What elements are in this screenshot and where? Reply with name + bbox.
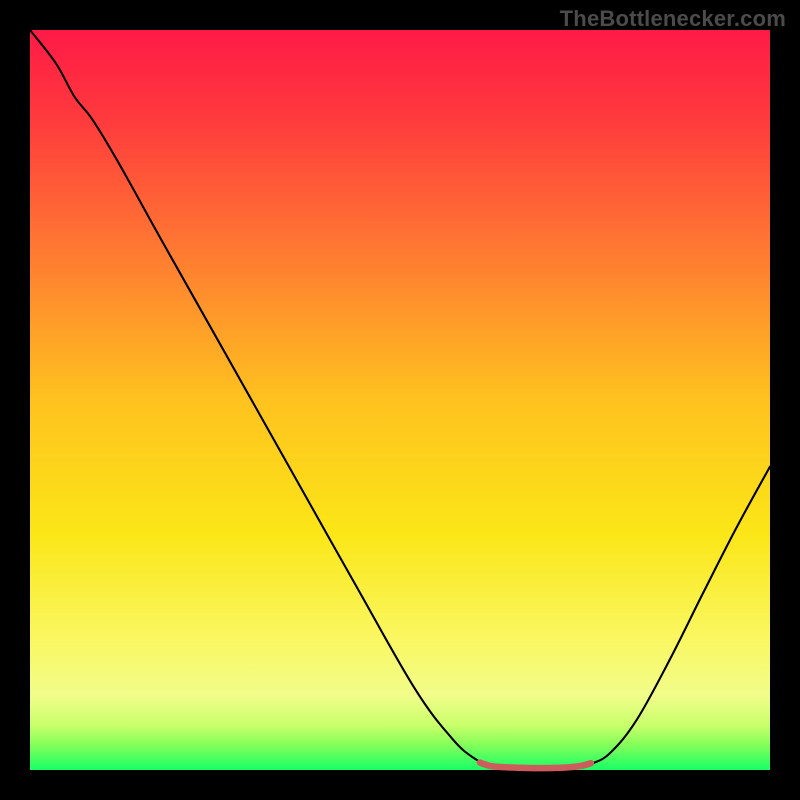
plot-background — [30, 30, 770, 770]
watermark-text: TheBottleneсker.com — [560, 6, 786, 32]
chart-root: { "watermark": "TheBottleneсker.com", "c… — [0, 0, 800, 800]
bottleneck-chart — [0, 0, 800, 800]
